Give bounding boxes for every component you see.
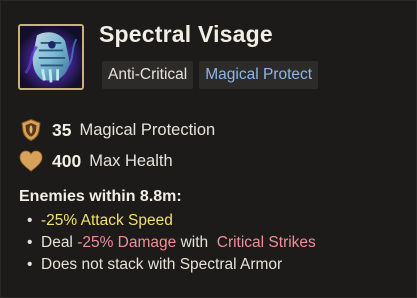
item-tags: Anti-Critical Magical Protect bbox=[102, 61, 319, 89]
effect-keyword-critical-strikes: Critical Strikes bbox=[216, 234, 316, 251]
passive-header: Enemies within 8.8m: bbox=[19, 188, 182, 205]
passive-effects-list: • -25% Attack Speed • Deal -25% Damage wit… bbox=[27, 210, 316, 276]
effect-no-stack: • Does not stack with Spectral Armor bbox=[27, 254, 316, 276]
effect-prefix: Deal bbox=[41, 234, 78, 251]
stat-label: Magical Protection bbox=[79, 120, 216, 139]
stat-value: 400 bbox=[52, 150, 82, 171]
effect-text: Does not stack with Spectral Armor bbox=[41, 256, 283, 273]
stat-magical-protection: 35 Magical Protection bbox=[19, 117, 215, 143]
effect-damage: • Deal -25% Damage with Critical Strikes bbox=[27, 232, 316, 254]
effect-highlight: -25% Damage bbox=[77, 234, 177, 251]
stat-max-health: 400 Max Health bbox=[19, 148, 173, 174]
effect-middle: with bbox=[176, 234, 217, 251]
effect-highlight: -25% Attack Speed bbox=[41, 212, 173, 229]
heart-icon bbox=[19, 149, 43, 173]
bullet: • bbox=[27, 234, 33, 251]
item-name: Spectral Visage bbox=[99, 21, 273, 47]
stat-label: Max Health bbox=[89, 151, 173, 170]
item-tooltip: Spectral Visage Anti-Critical Magical Pr… bbox=[0, 0, 417, 298]
bullet: • bbox=[27, 256, 33, 273]
bullet: • bbox=[27, 212, 33, 229]
spectral-gauntlet-icon bbox=[18, 24, 84, 90]
stat-value: 35 bbox=[52, 119, 72, 140]
tag-magical-protect: Magical Protect bbox=[199, 61, 319, 89]
tag-anti-critical: Anti-Critical bbox=[102, 61, 194, 89]
effect-attack-speed: • -25% Attack Speed bbox=[27, 210, 316, 232]
shield-icon bbox=[19, 118, 43, 142]
